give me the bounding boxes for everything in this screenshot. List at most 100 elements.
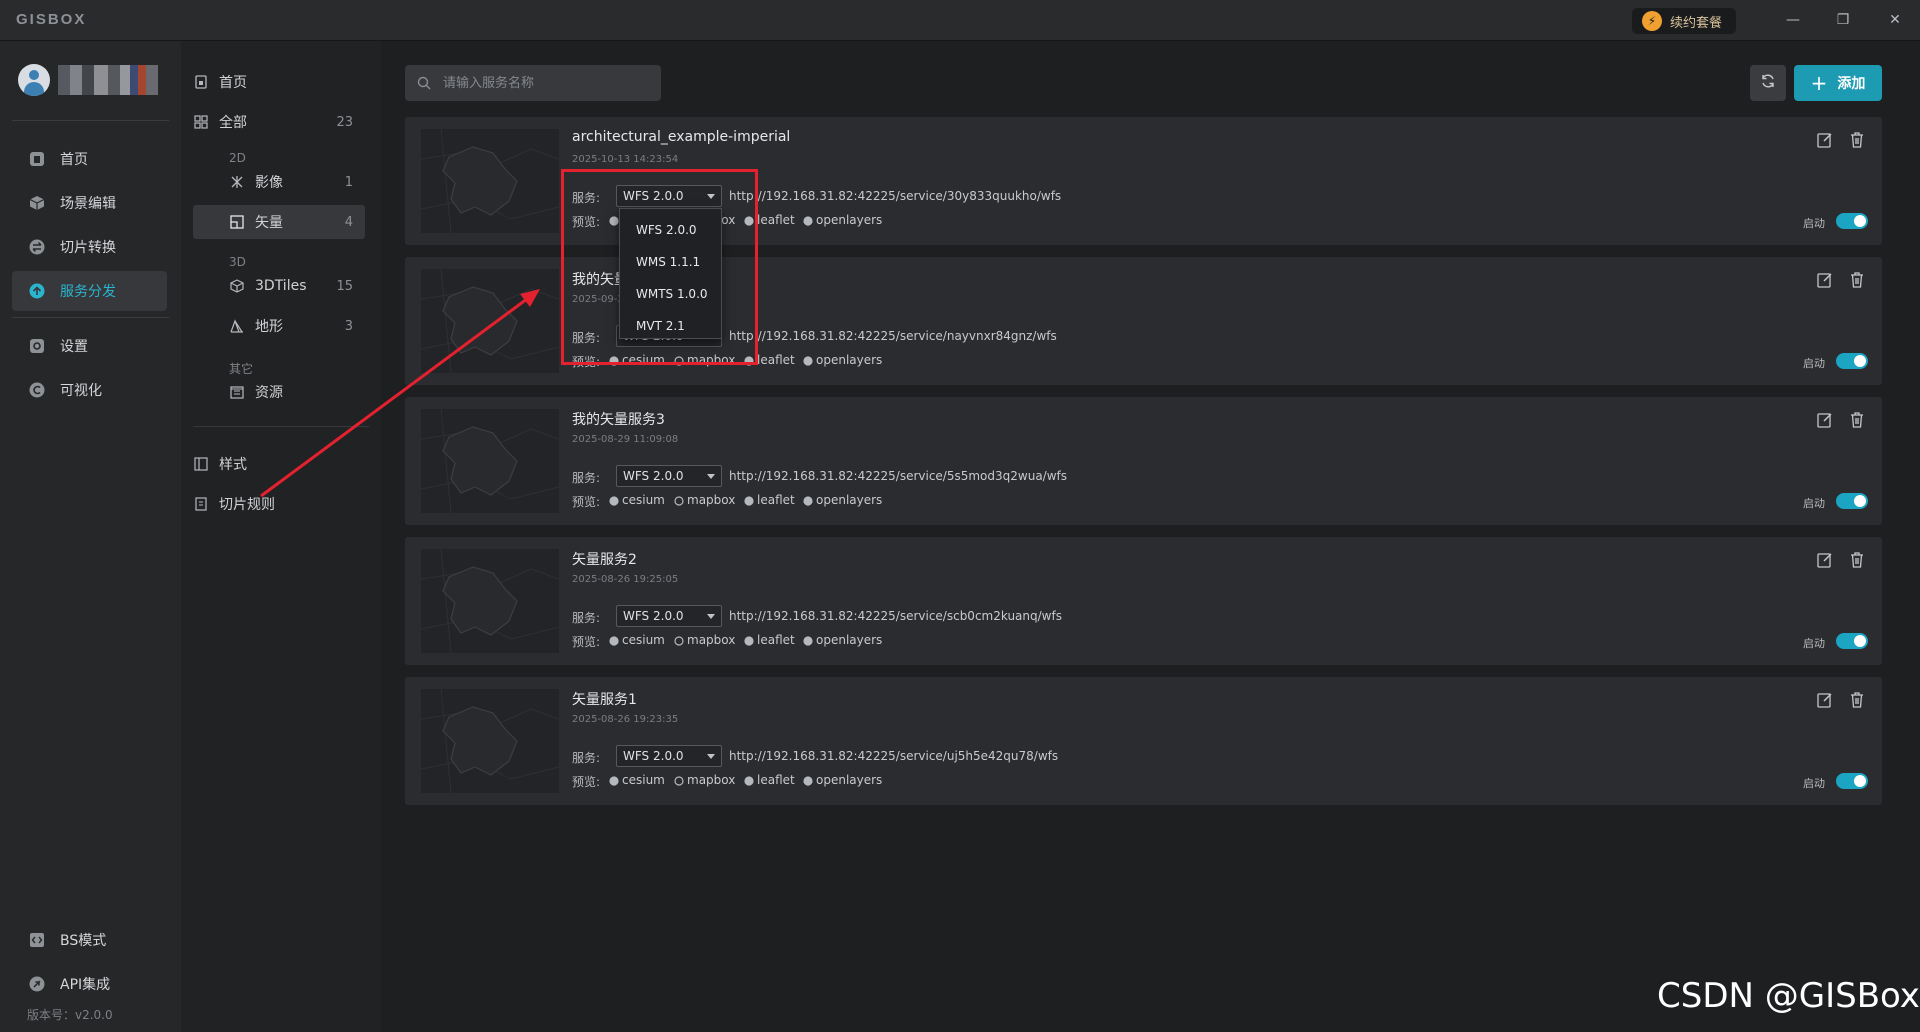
group-2d: 2D bbox=[229, 151, 246, 165]
service-url[interactable]: http://192.168.31.82:42225/service/5s5mo… bbox=[729, 469, 1067, 483]
mapbox-icon bbox=[674, 775, 684, 786]
add-service-button[interactable]: + 添加 bbox=[1794, 65, 1882, 101]
renew-plan-button[interactable]: ⚡ 续约套餐 bbox=[1632, 8, 1736, 34]
app-logo: GISBOX bbox=[16, 11, 87, 28]
edit-icon bbox=[1816, 693, 1834, 713]
delete-button[interactable] bbox=[1848, 131, 1866, 149]
service-title: 我的矢量服务3 bbox=[572, 412, 665, 428]
preview-openlayers-link[interactable]: openlayers bbox=[803, 493, 882, 507]
trash-icon bbox=[1848, 412, 1866, 433]
vector-icon bbox=[229, 214, 245, 230]
delete-button[interactable] bbox=[1848, 691, 1866, 709]
enable-toggle[interactable] bbox=[1836, 773, 1868, 789]
convert-icon bbox=[28, 238, 46, 256]
enable-label: 启动 bbox=[1803, 217, 1825, 230]
protocol-select[interactable]: WFS 2.0.0 bbox=[616, 465, 722, 487]
category-imagery[interactable]: 影像 1 bbox=[193, 165, 365, 199]
category-count: 4 bbox=[344, 214, 353, 230]
nav-item-settings[interactable]: 设置 bbox=[12, 326, 167, 366]
category-tile-rules[interactable]: 切片规则 bbox=[193, 487, 365, 521]
edit-button[interactable] bbox=[1816, 551, 1834, 569]
preview-leaflet-link[interactable]: leaflet bbox=[744, 773, 795, 787]
avatar[interactable] bbox=[18, 64, 50, 96]
category-sidebar: 首页 全部 23 2D 影像 1 矢量 4 3D 3DTiles 15 地形 3… bbox=[181, 41, 381, 1032]
enable-toggle[interactable] bbox=[1836, 633, 1868, 649]
edit-button[interactable] bbox=[1816, 691, 1834, 709]
search-icon bbox=[417, 76, 431, 90]
preview-openlayers-link[interactable]: openlayers bbox=[803, 213, 882, 227]
nav-item-tile-convert[interactable]: 切片转换 bbox=[12, 227, 167, 267]
category-home[interactable]: 首页 bbox=[193, 65, 365, 99]
category-all[interactable]: 全部 23 bbox=[193, 105, 365, 139]
search-box[interactable] bbox=[405, 65, 661, 101]
annotation-highlight-box bbox=[561, 169, 758, 365]
service-url[interactable]: http://192.168.31.82:42225/service/scb0c… bbox=[729, 609, 1062, 623]
category-label: 全部 bbox=[219, 115, 247, 131]
service-label: 服务: bbox=[572, 611, 601, 625]
nav-item-home[interactable]: 首页 bbox=[12, 139, 167, 179]
category-vector[interactable]: 矢量 4 bbox=[193, 205, 365, 239]
edit-button[interactable] bbox=[1816, 411, 1834, 429]
category-3dtiles[interactable]: 3DTiles 15 bbox=[193, 269, 365, 303]
openlayers-icon bbox=[803, 355, 813, 366]
category-count: 15 bbox=[336, 278, 353, 294]
delete-button[interactable] bbox=[1848, 411, 1866, 429]
nav-item-bs-mode[interactable]: BS模式 bbox=[12, 920, 167, 960]
map-thumbnail bbox=[421, 549, 559, 653]
nav-item-scene-edit[interactable]: 场景编辑 bbox=[12, 183, 167, 223]
category-label: 资源 bbox=[255, 385, 283, 401]
map-thumbnail bbox=[421, 689, 559, 793]
preview-cesium-link[interactable]: cesium bbox=[609, 493, 665, 507]
enable-toggle[interactable] bbox=[1836, 493, 1868, 509]
search-input[interactable] bbox=[441, 74, 645, 92]
preview-openlayers-link[interactable]: openlayers bbox=[803, 633, 882, 647]
delete-button[interactable] bbox=[1848, 551, 1866, 569]
cube-icon bbox=[28, 194, 46, 212]
category-label: 首页 bbox=[219, 75, 247, 91]
minimize-button[interactable]: — bbox=[1778, 8, 1808, 32]
category-label: 样式 bbox=[219, 457, 247, 473]
edit-button[interactable] bbox=[1816, 131, 1834, 149]
category-style[interactable]: 样式 bbox=[193, 447, 365, 481]
preview-leaflet-link[interactable]: leaflet bbox=[744, 493, 795, 507]
preview-mapbox-link[interactable]: mapbox bbox=[674, 493, 735, 507]
cesium-icon bbox=[609, 775, 619, 786]
enable-label: 启动 bbox=[1803, 637, 1825, 650]
preview-cesium-link[interactable]: cesium bbox=[609, 773, 665, 787]
protocol-select[interactable]: WFS 2.0.0 bbox=[616, 745, 722, 767]
preview-mapbox-link[interactable]: mapbox bbox=[674, 773, 735, 787]
nav-item-visualize[interactable]: 可视化 bbox=[12, 370, 167, 410]
preview-leaflet-link[interactable]: leaflet bbox=[744, 633, 795, 647]
refresh-button[interactable] bbox=[1750, 65, 1786, 101]
service-url[interactable]: http://192.168.31.82:42225/service/nayvn… bbox=[729, 329, 1057, 343]
service-date: 2025-10-13 14:23:54 bbox=[572, 154, 679, 165]
preview-cesium-link[interactable]: cesium bbox=[609, 633, 665, 647]
service-date: 2025-08-29 11:09:08 bbox=[572, 434, 679, 445]
nav-item-label: 可视化 bbox=[60, 383, 102, 399]
caret-down-icon bbox=[707, 614, 715, 619]
close-button[interactable]: ✕ bbox=[1880, 8, 1910, 32]
category-terrain[interactable]: 地形 3 bbox=[193, 309, 365, 343]
renew-plan-label: 续约套餐 bbox=[1670, 15, 1723, 31]
openlayers-icon bbox=[803, 775, 813, 786]
nav-item-service-publish[interactable]: 服务分发 bbox=[12, 271, 167, 311]
enable-toggle[interactable] bbox=[1836, 213, 1868, 229]
enable-toggle[interactable] bbox=[1836, 353, 1868, 369]
add-label: 添加 bbox=[1837, 76, 1866, 92]
edit-button[interactable] bbox=[1816, 271, 1834, 289]
preview-openlayers-link[interactable]: openlayers bbox=[803, 353, 882, 367]
edit-icon bbox=[1816, 133, 1834, 153]
nav-item-api[interactable]: API集成 bbox=[12, 964, 167, 1004]
protocol-select[interactable]: WFS 2.0.0 bbox=[616, 605, 722, 627]
delete-button[interactable] bbox=[1848, 271, 1866, 289]
restore-button[interactable]: ❐ bbox=[1828, 8, 1858, 32]
service-title: 矢量服务2 bbox=[572, 552, 637, 568]
title-bar: GISBOX ⚡ 续约套餐 — ❐ ✕ bbox=[0, 0, 1920, 41]
service-url[interactable]: http://192.168.31.82:42225/service/uj5h5… bbox=[729, 749, 1058, 763]
preview-mapbox-link[interactable]: mapbox bbox=[674, 633, 735, 647]
service-url[interactable]: http://192.168.31.82:42225/service/30y83… bbox=[729, 189, 1061, 203]
preview-engine-label: mapbox bbox=[687, 493, 736, 507]
preview-engine-label: mapbox bbox=[687, 633, 736, 647]
category-resource[interactable]: 资源 bbox=[193, 375, 365, 409]
preview-openlayers-link[interactable]: openlayers bbox=[803, 773, 882, 787]
